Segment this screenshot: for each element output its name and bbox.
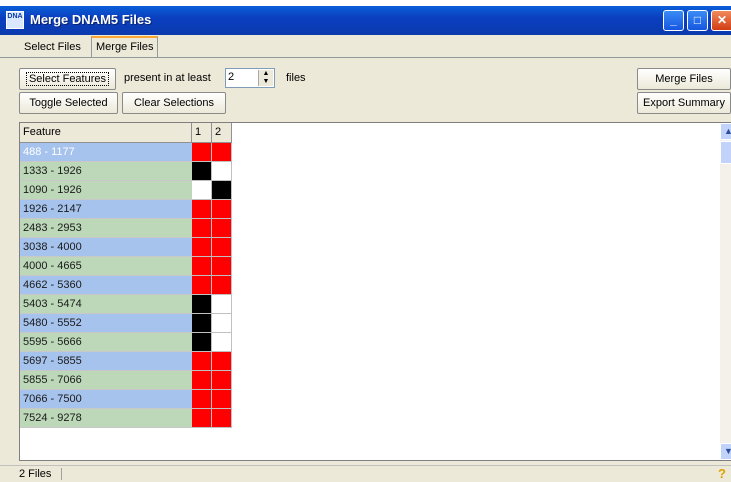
feature-cell[interactable]: 5480 - 5552 (20, 314, 192, 333)
select-features-button[interactable]: Select Features (19, 68, 116, 90)
files-label: files (286, 72, 306, 84)
toggle-selected-button[interactable]: Toggle Selected (19, 92, 118, 114)
table-row[interactable]: 7524 - 9278 (20, 409, 232, 428)
vertical-scrollbar[interactable]: ▲ ▼ (720, 123, 731, 460)
file1-presence-cell[interactable] (192, 238, 212, 257)
table-row[interactable]: 5595 - 5666 (20, 333, 232, 352)
scroll-up-icon[interactable]: ▲ (720, 123, 731, 140)
file2-presence-cell[interactable] (212, 333, 232, 352)
present-in-label: present in at least (124, 72, 211, 84)
table-row[interactable]: 7066 - 7500 (20, 390, 232, 409)
clear-selections-button[interactable]: Clear Selections (122, 92, 226, 114)
table-row[interactable]: 1926 - 2147 (20, 200, 232, 219)
export-summary-button[interactable]: Export Summary (637, 92, 731, 114)
file1-presence-cell[interactable] (192, 257, 212, 276)
feature-cell[interactable]: 7066 - 7500 (20, 390, 192, 409)
min-files-value: 2 (228, 71, 235, 83)
file1-column-header[interactable]: 1 (192, 123, 212, 143)
scroll-thumb[interactable] (720, 141, 731, 164)
status-bar: 2 Files ? (0, 465, 731, 482)
feature-column-header[interactable]: Feature (20, 123, 192, 143)
file2-presence-cell[interactable] (212, 200, 232, 219)
file2-presence-cell[interactable] (212, 257, 232, 276)
feature-cell[interactable]: 1926 - 2147 (20, 200, 192, 219)
minimize-button[interactable]: _ (663, 10, 684, 31)
merge-dnam5-window: DNA Merge DNAM5 Files _ □ ✕ Select Files… (0, 6, 731, 482)
table-row[interactable]: 5403 - 5474 (20, 295, 232, 314)
scroll-down-icon[interactable]: ▼ (720, 443, 731, 460)
file2-presence-cell[interactable] (212, 219, 232, 238)
file1-presence-cell[interactable] (192, 295, 212, 314)
status-file-count: 2 Files (19, 468, 63, 480)
table-row[interactable]: 1090 - 1926 (20, 181, 232, 200)
file1-presence-cell[interactable] (192, 276, 212, 295)
file1-presence-cell[interactable] (192, 409, 212, 428)
table-row[interactable]: 2483 - 2953 (20, 219, 232, 238)
file1-presence-cell[interactable] (192, 162, 212, 181)
feature-cell[interactable]: 5403 - 5474 (20, 295, 192, 314)
file1-presence-cell[interactable] (192, 200, 212, 219)
tab-select-files[interactable]: Select Files (19, 38, 86, 57)
feature-cell[interactable]: 1333 - 1926 (20, 162, 192, 181)
merge-files-button[interactable]: Merge Files (637, 68, 731, 90)
feature-cell[interactable]: 5595 - 5666 (20, 333, 192, 352)
table-row[interactable]: 3038 - 4000 (20, 238, 232, 257)
file2-presence-cell[interactable] (212, 371, 232, 390)
file2-column-header[interactable]: 2 (212, 123, 232, 143)
file2-presence-cell[interactable] (212, 162, 232, 181)
file2-presence-cell[interactable] (212, 181, 232, 200)
file2-presence-cell[interactable] (212, 143, 232, 162)
file1-presence-cell[interactable] (192, 314, 212, 333)
file1-presence-cell[interactable] (192, 390, 212, 409)
feature-cell[interactable]: 5855 - 7066 (20, 371, 192, 390)
feature-cell[interactable]: 7524 - 9278 (20, 409, 192, 428)
tab-strip: Select Files Merge Files (0, 35, 731, 58)
dna-app-icon: DNA (6, 11, 24, 29)
window-title: Merge DNAM5 Files (30, 12, 152, 27)
file2-presence-cell[interactable] (212, 409, 232, 428)
tab-merge-files[interactable]: Merge Files (91, 36, 159, 57)
feature-cell[interactable]: 5697 - 5855 (20, 352, 192, 371)
table-row[interactable]: 5697 - 5855 (20, 352, 232, 371)
feature-cell[interactable]: 488 - 1177 (20, 143, 192, 162)
file2-presence-cell[interactable] (212, 276, 232, 295)
spin-arrows-icon[interactable]: ▲ ▼ (258, 70, 273, 86)
feature-cell[interactable]: 1090 - 1926 (20, 181, 192, 200)
file2-presence-cell[interactable] (212, 352, 232, 371)
feature-cell[interactable]: 4662 - 5360 (20, 276, 192, 295)
file1-presence-cell[interactable] (192, 181, 212, 200)
table-row[interactable]: 5855 - 7066 (20, 371, 232, 390)
title-bar[interactable]: DNA Merge DNAM5 Files _ □ ✕ (0, 6, 731, 35)
table-row[interactable]: 4000 - 4665 (20, 257, 232, 276)
file2-presence-cell[interactable] (212, 238, 232, 257)
table-row[interactable]: 488 - 1177 (20, 143, 232, 162)
feature-cell[interactable]: 3038 - 4000 (20, 238, 192, 257)
feature-cell[interactable]: 2483 - 2953 (20, 219, 192, 238)
file2-presence-cell[interactable] (212, 390, 232, 409)
table-row[interactable]: 1333 - 1926 (20, 162, 232, 181)
table-row[interactable]: 4662 - 5360 (20, 276, 232, 295)
file1-presence-cell[interactable] (192, 219, 212, 238)
maximize-button[interactable]: □ (687, 10, 708, 31)
select-features-label: Select Features (25, 72, 110, 86)
file2-presence-cell[interactable] (212, 295, 232, 314)
file1-presence-cell[interactable] (192, 352, 212, 371)
close-button[interactable]: ✕ (711, 10, 731, 31)
feature-grid: Feature 1 2 488 - 1177 1333 - 1926 1090 - … (19, 122, 731, 461)
file1-presence-cell[interactable] (192, 143, 212, 162)
file1-presence-cell[interactable] (192, 333, 212, 352)
min-files-stepper[interactable]: 2 ▲ ▼ (225, 68, 275, 88)
table-row[interactable]: 5480 - 5552 (20, 314, 232, 333)
feature-cell[interactable]: 4000 - 4665 (20, 257, 192, 276)
help-icon[interactable]: ? (718, 466, 726, 481)
file2-presence-cell[interactable] (212, 314, 232, 333)
file1-presence-cell[interactable] (192, 371, 212, 390)
